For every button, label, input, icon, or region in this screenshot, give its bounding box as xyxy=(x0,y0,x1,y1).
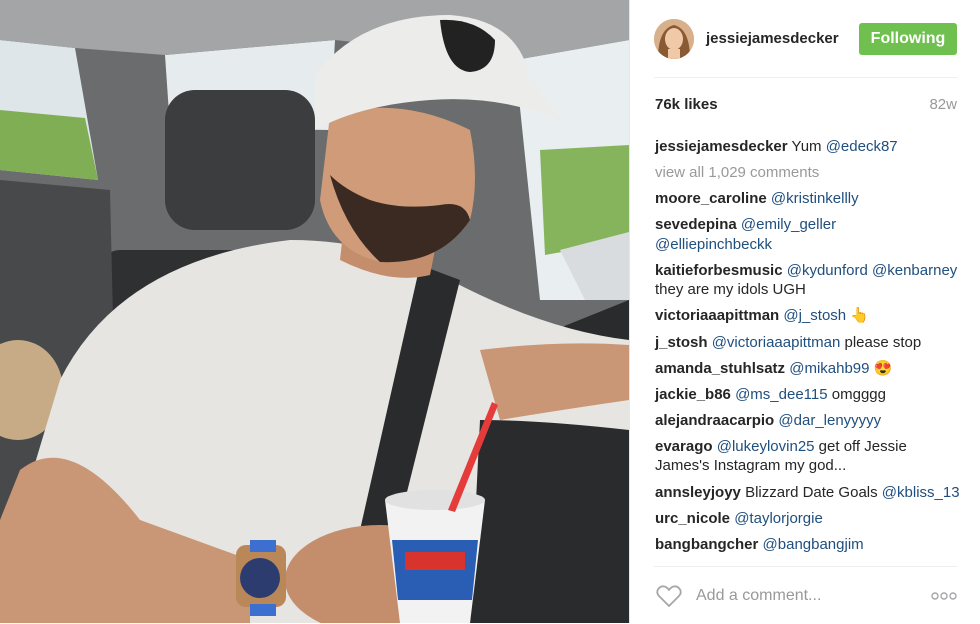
avatar-image xyxy=(654,18,694,59)
pointing-up-emoji-icon: 👆 xyxy=(850,307,870,325)
comment-mention[interactable]: @kenbarney xyxy=(872,262,957,279)
comment-mention[interactable]: @kydunford xyxy=(787,262,868,279)
photo-illustration xyxy=(0,0,629,623)
comment-mention[interactable]: @kristinkellly xyxy=(771,190,859,207)
post-stats: 76k likes 82w xyxy=(655,96,957,113)
comment-text: please stop xyxy=(844,333,922,351)
caption-text: Yum xyxy=(791,138,826,155)
comment-mention[interactable]: @victoriaaapittman xyxy=(712,334,841,351)
following-button[interactable]: Following xyxy=(859,22,957,55)
comment-mention[interactable]: @mikahb99 xyxy=(789,360,869,377)
comment: victoriaaapittman @j_stosh 👆 xyxy=(655,306,964,326)
comment-username[interactable]: jackie_b86 xyxy=(655,386,731,403)
comment-username[interactable]: kaitieforbesmusic xyxy=(655,262,783,279)
comment-text: omgggg xyxy=(831,385,886,403)
comment-username[interactable]: evarago xyxy=(655,438,713,455)
comment-mention[interactable]: @taylorjorgie xyxy=(734,510,823,527)
comment: evarago @lukeylovin25 get off Jessie Jam… xyxy=(655,437,964,476)
comment: sevedepina @emily_geller @elliepinchbeck… xyxy=(655,215,964,254)
comment-username[interactable]: j_stosh xyxy=(655,334,708,351)
avatar[interactable] xyxy=(654,18,694,59)
comment-mention[interactable]: @lukeylovin25 xyxy=(717,438,815,455)
comment: alejandraacarpio @dar_lenyyyyy xyxy=(655,411,964,431)
caption-username[interactable]: jessiejamesdecker xyxy=(655,138,788,155)
comment-mention[interactable]: @bangbangjim xyxy=(763,536,864,553)
heart-outline-icon[interactable] xyxy=(656,584,682,608)
comment-username[interactable]: alejandraacarpio xyxy=(655,412,774,429)
comment-username[interactable]: moore_caroline xyxy=(655,190,767,207)
comment: amanda_stuhlsatz @mikahb99 😍 xyxy=(655,359,964,379)
comment-username[interactable]: annsleyjoyy xyxy=(655,484,741,501)
caption: jessiejamesdecker Yum @edeck87 xyxy=(655,137,964,157)
comment-username[interactable]: victoriaaapittman xyxy=(655,307,779,324)
comment-username[interactable]: sevedepina xyxy=(655,216,737,233)
comment-bar xyxy=(654,566,957,624)
comment-mention[interactable]: @j_stosh xyxy=(783,307,846,324)
post-photo[interactable] xyxy=(0,0,629,623)
comment-mention[interactable]: @elliepinchbeckk xyxy=(655,236,772,253)
likes-count[interactable]: 76k likes xyxy=(655,96,718,113)
comment-username[interactable]: bangbangcher xyxy=(655,536,758,553)
instagram-post: jessiejamesdecker Following 76k likes 82… xyxy=(0,0,980,623)
comment-text: they are my idols UGH xyxy=(655,281,806,299)
comment-username[interactable]: amanda_stuhlsatz xyxy=(655,360,785,377)
comments-list: jessiejamesdecker Yum @edeck87 view all … xyxy=(655,137,964,561)
comment: moore_caroline @kristinkellly xyxy=(655,189,964,209)
add-comment-input[interactable] xyxy=(694,585,931,606)
comment: annsleyjoyy Blizzard Date Goals @kbliss_… xyxy=(655,483,964,503)
comment: jackie_b86 @ms_dee115 omgggg xyxy=(655,385,964,405)
heart-eyes-emoji-icon: 😍 xyxy=(873,359,893,377)
comment-mention[interactable]: @kbliss_13 xyxy=(882,484,960,501)
comment: kaitieforbesmusic @kydunford @kenbarney … xyxy=(655,261,964,300)
post-timestamp[interactable]: 82w xyxy=(929,96,957,113)
comment: j_stosh @victoriaaapittman please stop xyxy=(655,333,964,353)
comment-mention[interactable]: @ms_dee115 xyxy=(735,386,828,403)
username-link[interactable]: jessiejamesdecker xyxy=(706,30,859,47)
comment-text: Blizzard Date Goals xyxy=(745,483,878,501)
comment-mention[interactable]: @emily_geller xyxy=(741,216,836,233)
comment: urc_nicole @taylorjorgie xyxy=(655,509,964,529)
more-options-icon[interactable] xyxy=(931,591,957,601)
post-sidebar: jessiejamesdecker Following 76k likes 82… xyxy=(629,0,980,623)
post-header: jessiejamesdecker Following xyxy=(654,0,957,78)
caption-mention[interactable]: @edeck87 xyxy=(826,138,898,155)
comment: bangbangcher @bangbangjim xyxy=(655,535,964,555)
view-all-comments-link[interactable]: view all 1,029 comments xyxy=(655,163,964,183)
comment-mention[interactable]: @dar_lenyyyyy xyxy=(778,412,881,429)
comment-username[interactable]: urc_nicole xyxy=(655,510,730,527)
